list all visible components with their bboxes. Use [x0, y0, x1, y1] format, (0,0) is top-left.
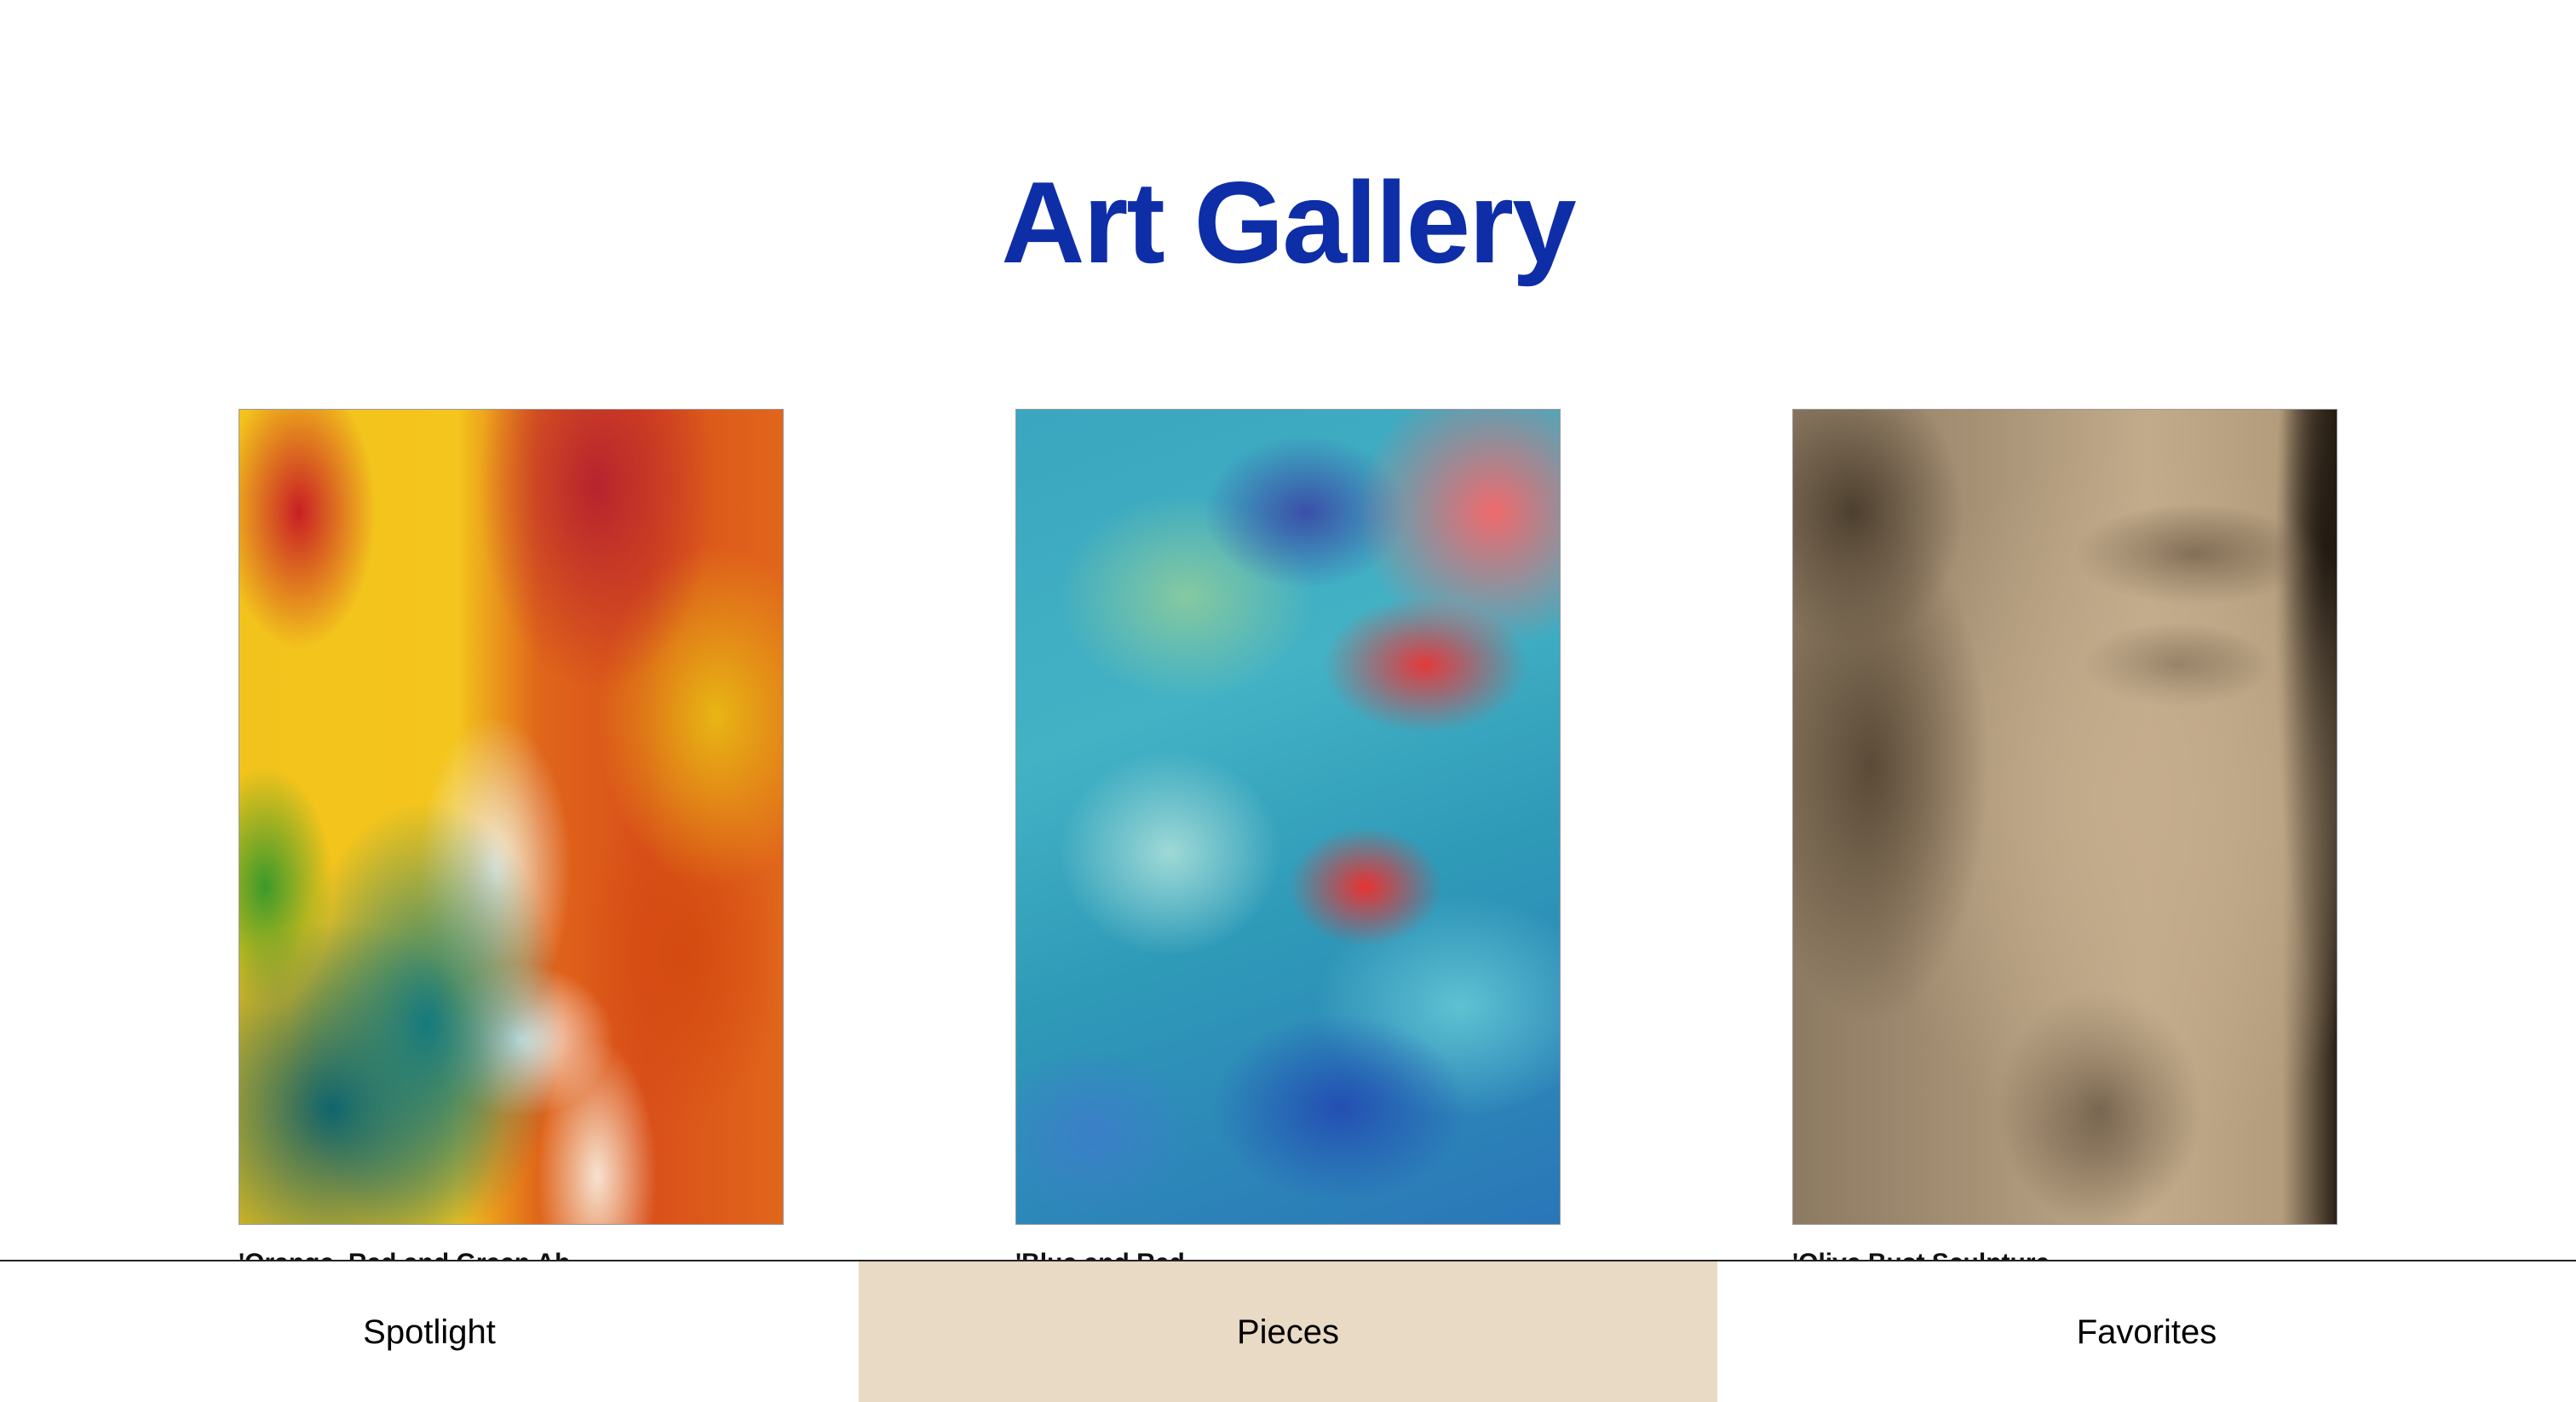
- tab-favorites[interactable]: Favorites: [1717, 1261, 2576, 1402]
- app-page: Art Gallery 'Orange, Red and Green Ab...…: [0, 0, 2576, 1402]
- tab-pieces[interactable]: Pieces: [859, 1261, 1717, 1402]
- artwork-image[interactable]: [1792, 409, 2337, 1225]
- bottom-tab-bar: Spotlight Pieces Favorites: [0, 1260, 2576, 1402]
- gallery-card[interactable]: 'Blue and Red...: [1015, 409, 1561, 1278]
- tab-spotlight[interactable]: Spotlight: [0, 1261, 859, 1402]
- gallery-card[interactable]: 'Olive Bust Sculpture...: [1792, 409, 2337, 1278]
- artwork-image[interactable]: [1015, 409, 1561, 1225]
- page-title: Art Gallery: [1001, 158, 1576, 288]
- gallery-grid: 'Orange, Red and Green Ab... 'Blue and R…: [0, 409, 2576, 1277]
- artwork-image[interactable]: [239, 409, 784, 1225]
- gallery-card[interactable]: 'Orange, Red and Green Ab...: [239, 409, 784, 1278]
